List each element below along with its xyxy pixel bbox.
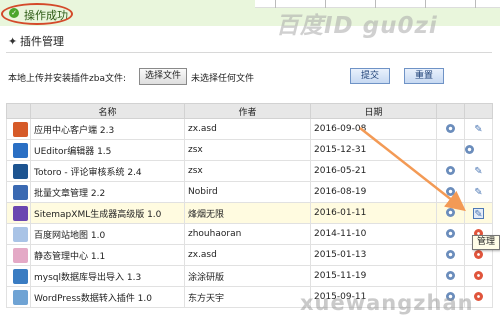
page-title: ✦ 插件管理 [8, 33, 64, 49]
manage-tooltip: 管理 [472, 235, 500, 250]
plugin-rows: 应用中心客户端 2.3 zx.asd 2016-09-08 ✎ UEditor编辑器 1… [6, 118, 493, 308]
table-row: 静态管理中心 1.1 zx.asd 2015-01-13 [6, 244, 493, 266]
table-row: 百度网站地图 1.0 zhouhaoran 2014-11-10 [6, 223, 493, 245]
watermark-top: 百度ID gu0zi [276, 13, 438, 39]
submit-button[interactable]: 提交 [350, 68, 390, 84]
watermark-bottom: xuewangzhan [300, 291, 474, 315]
manage-icon[interactable]: ✎ [473, 187, 484, 198]
table-row: 批量文章管理 2.2 Nobird 2016-08-19 ✎ [6, 181, 493, 203]
toggle-plugin-icon[interactable] [446, 271, 455, 280]
header-date: 日期 [310, 103, 437, 119]
plugin-name: WordPress数据转入插件 1.0 [30, 286, 185, 308]
plugin-name: SitemapXML生成器高级版 1.0 [30, 202, 185, 224]
header-name: 名称 [30, 103, 185, 119]
divider [6, 52, 492, 53]
ueditor-icon [13, 142, 28, 158]
plugin-name: UEditor编辑器 1.5 [30, 139, 185, 161]
enable-plugin-icon[interactable] [474, 292, 483, 301]
plugin-date: 2016-01-11 [310, 202, 437, 224]
no-file-text: 未选择任何文件 [191, 74, 255, 84]
plugin-author: 涂涂研版 [184, 265, 311, 287]
static-manage-icon [13, 247, 28, 263]
plugin-date: 2015-12-31 [310, 139, 437, 161]
toggle-plugin-icon[interactable] [446, 124, 455, 133]
toggle-plugin-icon[interactable] [446, 187, 455, 196]
table-row: mysql数据库导出导入 1.3 涂涂研版 2015-11-19 [6, 265, 493, 287]
app-center-icon [13, 121, 28, 137]
plugin-name: 百度网站地图 1.0 [30, 223, 185, 245]
choose-file-button[interactable]: 选择文件 [139, 68, 187, 85]
pin-icon: ✦ [8, 35, 18, 48]
toggle-plugin-icon[interactable] [446, 250, 455, 259]
plugin-name: Totoro - 评论审核系统 2.4 [30, 160, 185, 182]
wordpress-icon [13, 289, 28, 305]
reset-button[interactable]: 重置 [404, 68, 444, 84]
toggle-plugin-icon[interactable] [446, 208, 455, 217]
header-author: 作者 [184, 103, 311, 119]
toggle-plugin-icon[interactable] [446, 166, 455, 175]
plugin-date: 2016-09-08 [310, 118, 437, 140]
plugin-table: 名称 作者 日期 应用中心客户端 2.3 zx.asd 2016-09-08 ✎ UEd… [6, 103, 493, 308]
plugin-date: 2015-01-13 [310, 244, 437, 266]
enable-plugin-icon[interactable] [474, 271, 483, 280]
upload-label: 本地上传并安装插件zba文件: [8, 74, 126, 84]
plugin-name: 静态管理中心 1.1 [30, 244, 185, 266]
plugin-name: 批量文章管理 2.2 [30, 181, 185, 203]
annotation-ellipse [1, 3, 73, 25]
plugin-author: zx.asd [184, 244, 311, 266]
page-title-text: 插件管理 [20, 35, 64, 48]
manage-icon[interactable]: ✎ [473, 124, 484, 135]
plugin-author: zsx [184, 160, 311, 182]
plugin-date: 2016-08-19 [310, 181, 437, 203]
manage-icon[interactable]: ✎ [473, 166, 484, 177]
sitemap-icon [13, 205, 28, 221]
plugin-author: zhouhaoran [184, 223, 311, 245]
table-header: 名称 作者 日期 [6, 103, 493, 119]
plugin-author: Nobird [184, 181, 311, 203]
plugin-name: 应用中心客户端 2.3 [30, 118, 185, 140]
plugin-author: 烽烟无限 [184, 202, 311, 224]
plugin-author: 东方天宇 [184, 286, 311, 308]
plugin-author: zx.asd [184, 118, 311, 140]
plugin-author: zsx [184, 139, 311, 161]
mysql-icon [13, 268, 28, 284]
plugin-date: 2014-11-10 [310, 223, 437, 245]
toggle-plugin-icon[interactable] [465, 145, 474, 154]
table-row: 应用中心客户端 2.3 zx.asd 2016-09-08 ✎ [6, 118, 493, 140]
plugin-date: 2015-11-19 [310, 265, 437, 287]
manage-icon[interactable]: ✎ [473, 207, 484, 220]
table-row: Totoro - 评论审核系统 2.4 zsx 2016-05-21 ✎ [6, 160, 493, 182]
batch-replace-icon [13, 184, 28, 200]
totoro-icon [13, 163, 28, 179]
table-row: SitemapXML生成器高级版 1.0 烽烟无限 2016-01-11 ✎ [6, 202, 493, 224]
upload-row: 本地上传并安装插件zba文件: 选择文件 未选择任何文件 提交 重置 [0, 64, 500, 90]
toggle-plugin-icon[interactable] [446, 229, 455, 238]
plugin-date: 2016-05-21 [310, 160, 437, 182]
baidu-map-icon [13, 226, 28, 242]
plugin-name: mysql数据库导出导入 1.3 [30, 265, 185, 287]
table-row: UEditor编辑器 1.5 zsx 2015-12-31 [6, 139, 493, 161]
enable-plugin-icon[interactable] [474, 250, 483, 259]
